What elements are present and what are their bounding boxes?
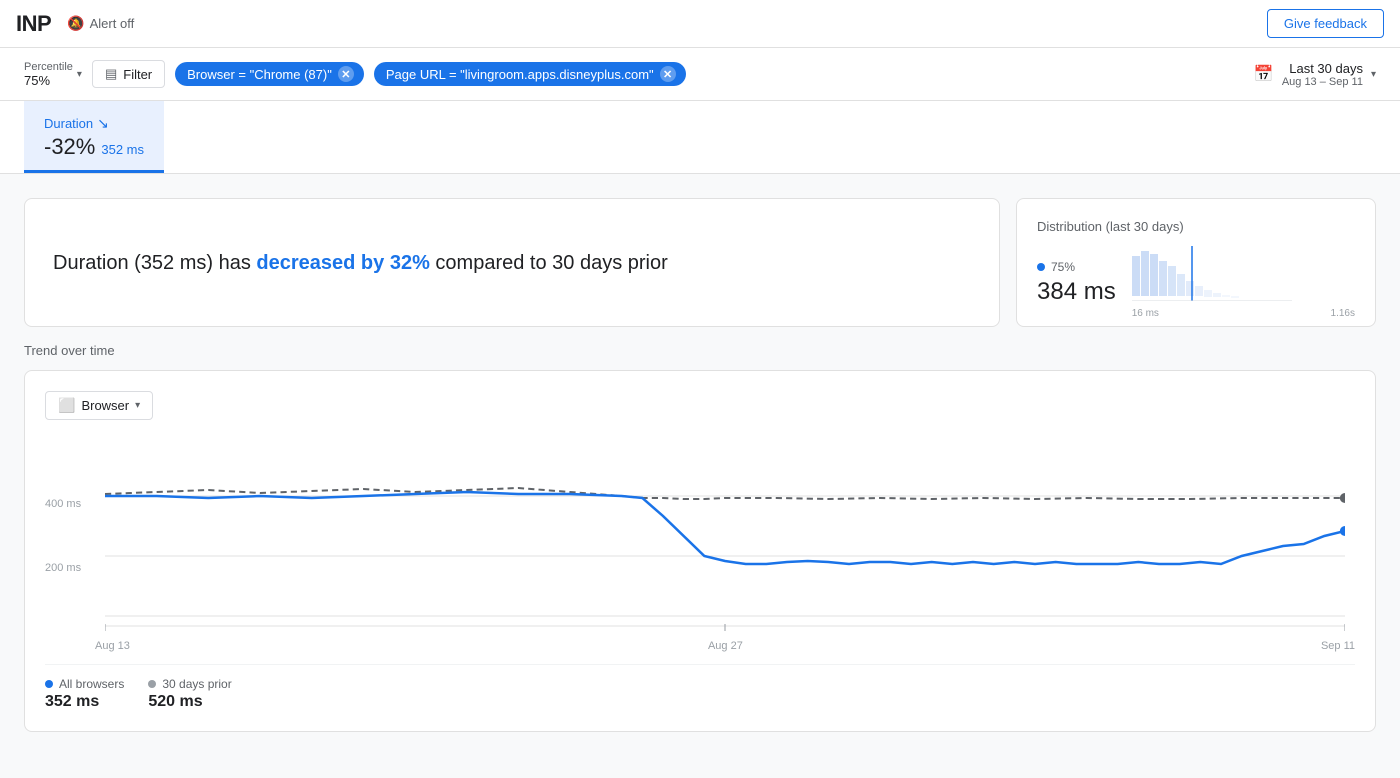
filter-label: Filter [123, 67, 152, 82]
main-content: Duration (352 ms) has decreased by 32% c… [0, 174, 1400, 756]
dist-dot [1037, 263, 1045, 271]
chart-area [105, 436, 1345, 636]
histogram-axis: 16 ms 1.16s [1132, 308, 1355, 319]
mini-histogram: 16 ms 1.16s [1132, 246, 1355, 306]
browser-dropdown-chevron: ▾ [135, 400, 140, 411]
date-range-title: Last 30 days [1289, 61, 1363, 76]
legend-label-30days: 30 days prior [162, 677, 231, 691]
trend-title: Trend over time [24, 343, 1376, 358]
date-range-selector[interactable]: 📅 Last 30 days Aug 13 – Sep 11 ▾ [1254, 61, 1376, 88]
tab-change-value: -32% [44, 134, 95, 160]
trend-card: ⬜ Browser ▾ 400 ms 200 ms [24, 370, 1376, 732]
x-label-sep11: Sep 11 [1321, 640, 1355, 652]
chart-container: 400 ms 200 ms [45, 436, 1355, 652]
percentile-value: 75% [24, 73, 73, 88]
inp-title: INP [16, 11, 51, 37]
tab-duration[interactable]: Duration ↘ -32% 352 ms [24, 101, 164, 173]
dist-value: 384 ms [1037, 278, 1116, 306]
browser-dropdown[interactable]: ⬜ Browser ▾ [45, 391, 153, 420]
distribution-left: 75% 384 ms [1037, 260, 1116, 306]
legend-label-all-browsers: All browsers [59, 677, 124, 691]
alert-icon: 🔕 [67, 15, 84, 32]
browser-dropdown-label: Browser [81, 398, 129, 413]
metric-tabs: Duration ↘ -32% 352 ms [0, 101, 1400, 174]
date-chevron-icon: ▾ [1371, 69, 1376, 80]
summary-text-after: compared to 30 days prior [430, 252, 668, 274]
browser-chip-label: Browser = "Chrome (87)" [187, 67, 332, 82]
url-chip-close-icon[interactable]: ✕ [660, 66, 676, 82]
percentile-selector[interactable]: Percentile 75% ▾ [24, 61, 82, 88]
chart-x-labels: Aug 13 Aug 27 Sep 11 [95, 640, 1355, 652]
browser-chip-close-icon[interactable]: ✕ [338, 66, 354, 82]
summary-row: Duration (352 ms) has decreased by 32% c… [24, 198, 1376, 327]
tab-duration-label: Duration [44, 116, 93, 131]
y-axis-labels: 400 ms 200 ms [45, 436, 81, 636]
legend-dot-blue [45, 680, 53, 688]
distribution-card: Distribution (last 30 days) 75% 384 ms [1016, 198, 1376, 327]
alert-off-label: Alert off [90, 16, 135, 31]
filter-button[interactable]: ▤ Filter [92, 60, 165, 88]
filter-bar: Percentile 75% ▾ ▤ Filter Browser = "Chr… [0, 48, 1400, 101]
dist-percentile-label: 75% [1051, 260, 1075, 274]
percentile-label: Percentile [24, 61, 73, 73]
summary-text: Duration (352 ms) has decreased by 32% c… [53, 249, 668, 277]
calendar-icon: 📅 [1254, 64, 1274, 84]
summary-card: Duration (352 ms) has decreased by 32% c… [24, 198, 1000, 327]
hist-axis-left: 16 ms [1132, 308, 1159, 319]
filter-icon: ▤ [105, 66, 117, 82]
distribution-title: Distribution (last 30 days) [1037, 219, 1355, 234]
legend-value-30days: 520 ms [148, 693, 231, 711]
dist-percentile-row: 75% [1037, 260, 1116, 274]
trend-section: Trend over time ⬜ Browser ▾ 400 ms 200 m… [24, 343, 1376, 732]
url-chip[interactable]: Page URL = "livingroom.apps.disneyplus.c… [374, 62, 686, 86]
percentile-chevron-icon: ▾ [77, 69, 82, 80]
browser-chip[interactable]: Browser = "Chrome (87)" ✕ [175, 62, 364, 86]
url-chip-label: Page URL = "livingroom.apps.disneyplus.c… [386, 67, 654, 82]
y-label-400: 400 ms [45, 498, 81, 510]
give-feedback-button[interactable]: Give feedback [1267, 9, 1384, 38]
legend-item-30days-prior: 30 days prior 520 ms [148, 677, 231, 711]
distribution-body: 75% 384 ms [1037, 246, 1355, 306]
date-range-sub: Aug 13 – Sep 11 [1282, 76, 1363, 88]
alert-off-button[interactable]: 🔕 Alert off [67, 15, 134, 32]
histogram-svg [1132, 246, 1292, 301]
summary-highlight: decreased by 32% [256, 252, 429, 274]
chart-legend: All browsers 352 ms 30 days prior 520 ms [45, 664, 1355, 711]
tab-trend-arrow: ↘ [97, 115, 109, 132]
y-label-200: 200 ms [45, 562, 81, 574]
summary-text-before: Duration (352 ms) has [53, 252, 256, 274]
browser-dropdown-icon: ⬜ [58, 397, 75, 414]
legend-value-all-browsers: 352 ms [45, 693, 124, 711]
legend-item-all-browsers: All browsers 352 ms [45, 677, 124, 711]
x-label-aug13: Aug 13 [95, 640, 130, 652]
x-label-aug27: Aug 27 [708, 640, 743, 652]
trend-chart-svg [105, 436, 1345, 636]
legend-dot-gray [148, 680, 156, 688]
hist-axis-right: 1.16s [1331, 308, 1355, 319]
tab-ms-value: 352 ms [101, 142, 144, 157]
top-bar: INP 🔕 Alert off Give feedback [0, 0, 1400, 48]
